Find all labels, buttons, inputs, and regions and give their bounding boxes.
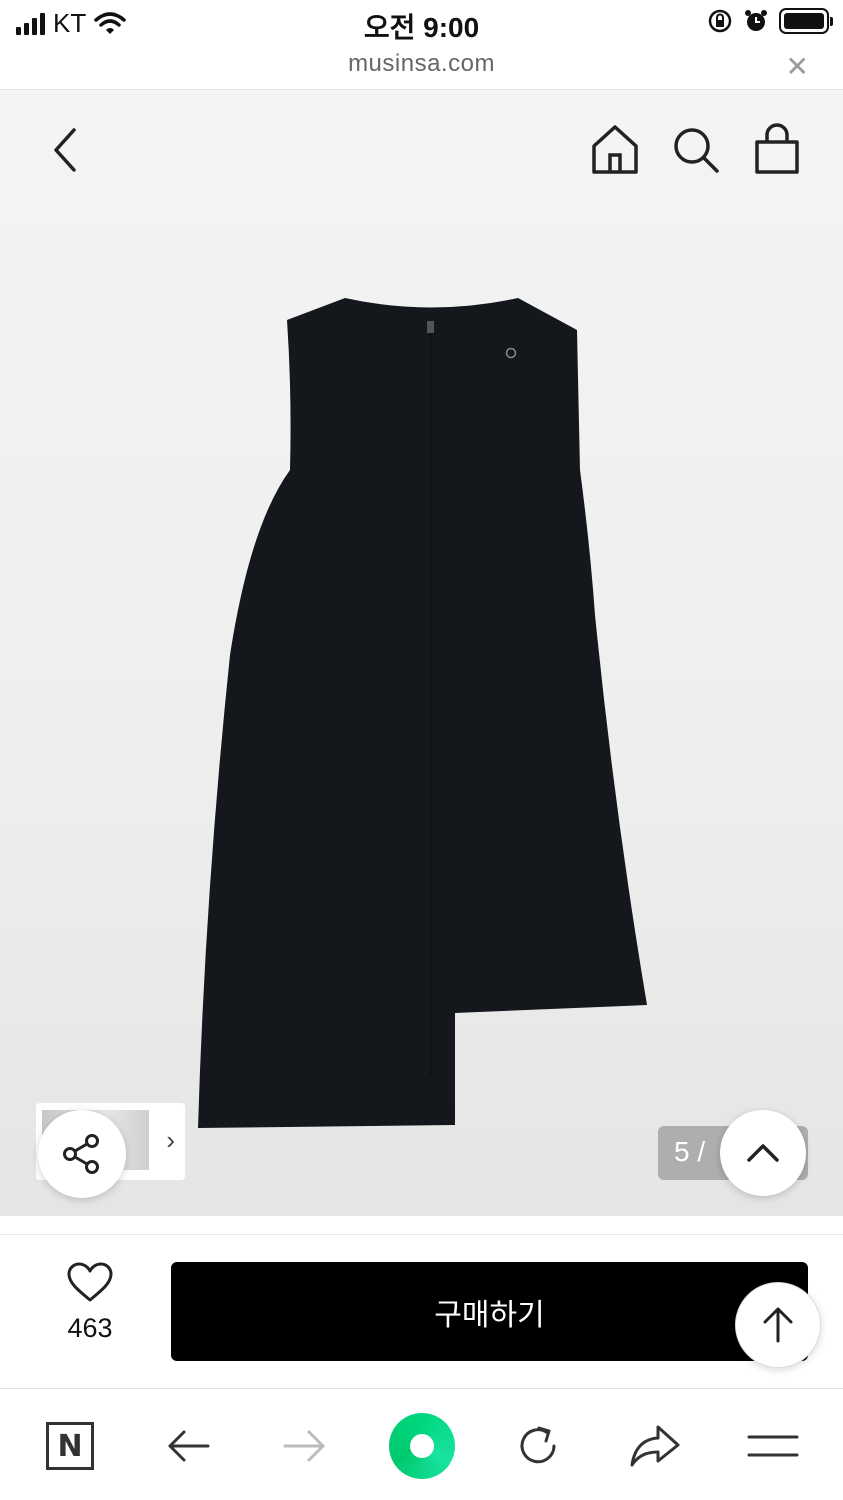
home-icon[interactable] [588,122,642,178]
like-button[interactable]: 463 [52,1262,128,1344]
share-arrow-icon[interactable] [620,1411,690,1481]
share-icon [63,1134,99,1174]
reload-icon[interactable] [503,1411,573,1481]
url-bar: musinsa.com ✕ [0,44,843,90]
chevron-up-icon [747,1144,779,1162]
back-icon[interactable] [46,122,86,178]
heart-icon [67,1262,113,1302]
share-button[interactable] [38,1110,126,1198]
forward-arrow-icon[interactable] [270,1411,340,1481]
collapse-button[interactable] [720,1110,806,1196]
naver-n-icon[interactable]: N [35,1411,105,1481]
shopping-bag-icon[interactable] [750,122,804,178]
alarm-icon [745,10,767,31]
rotation-lock-icon [708,9,732,33]
close-tab-button[interactable]: ✕ [786,50,809,83]
search-icon[interactable] [668,122,722,178]
product-dress-image [198,298,647,1128]
browser-toolbar: N [0,1388,843,1500]
like-count: 463 [67,1313,113,1343]
url-text[interactable]: musinsa.com [0,50,843,78]
arrow-up-icon [763,1307,793,1343]
back-arrow-icon[interactable] [153,1411,223,1481]
product-image-gallery[interactable]: › 5 / [0,90,843,1216]
naver-n-label: N [46,1422,94,1470]
menu-icon[interactable] [738,1411,808,1481]
chevron-right-icon[interactable]: › [166,1125,175,1156]
green-dot-icon[interactable] [387,1411,457,1481]
status-right [707,8,833,34]
battery-icon [779,8,833,34]
section-divider [0,1234,843,1235]
status-bar: KT 오전 9:00 [0,0,843,44]
scroll-top-button[interactable] [735,1282,821,1368]
buy-button[interactable]: 구매하기 [171,1262,808,1361]
